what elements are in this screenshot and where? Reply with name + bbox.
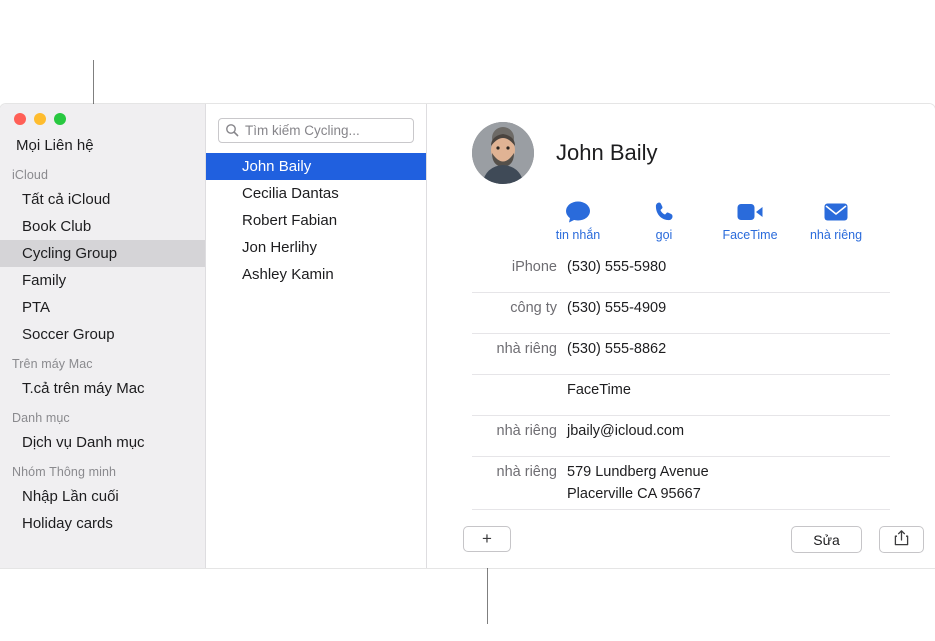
search-input[interactable]	[243, 119, 409, 142]
field-value: 579 Lundberg Avenue Placerville CA 95667	[567, 464, 709, 502]
action-label: nhà riêng	[809, 228, 863, 242]
sidebar-item-label: T.cả trên máy Mac	[22, 380, 145, 397]
action-label: tin nhắn	[555, 228, 601, 242]
add-contact-button[interactable]: +	[463, 526, 511, 552]
sidebar-item-all-icloud[interactable]: Tất cả iCloud	[0, 186, 205, 213]
contact-header: John Baily	[427, 104, 935, 184]
contact-fields: iPhone (530) 555-5980 công ty (530) 555-…	[472, 252, 890, 510]
field-row-iphone[interactable]: iPhone (530) 555-5980	[472, 252, 890, 293]
contact-name-label: Robert Fabian	[242, 212, 338, 229]
edit-button[interactable]: Sửa	[791, 526, 862, 553]
page-title: John Baily	[556, 140, 658, 165]
sidebar-item-last-import[interactable]: Nhập Lần cuối	[0, 483, 205, 510]
field-value: FaceTime	[567, 382, 631, 398]
action-facetime[interactable]: FaceTime	[721, 198, 779, 242]
search-container	[206, 104, 426, 153]
contact-name-label: Ashley Kamin	[242, 266, 334, 283]
contact-list: John Baily Cecilia Dantas Robert Fabian …	[206, 153, 426, 288]
field-value: (530) 555-4909	[567, 300, 667, 316]
share-icon	[894, 530, 909, 549]
field-row-home-email[interactable]: nhà riêng jbaily@icloud.com	[472, 416, 890, 457]
sidebar-header-icloud: iCloud	[12, 168, 49, 182]
sidebar-item-label: Mọi Liên hệ	[16, 137, 94, 154]
field-value: (530) 555-8862	[567, 341, 667, 357]
search-box[interactable]	[218, 118, 414, 143]
list-item[interactable]: John Baily	[206, 153, 426, 180]
zoom-button[interactable]	[54, 113, 66, 125]
sidebar-item-label: Soccer Group	[22, 326, 115, 343]
contact-name-label: Jon Herlihy	[242, 239, 318, 256]
sidebar-item-holiday-cards[interactable]: Holiday cards	[0, 510, 205, 537]
sidebar-item-label: Family	[22, 272, 67, 289]
sidebar-list: Mọi Liên hệ iCloud Tất cả iCloud Book Cl…	[0, 132, 205, 537]
contact-name-label: John Baily	[242, 158, 312, 175]
envelope-icon	[822, 198, 850, 226]
contacts-window: Mọi Liên hệ iCloud Tất cả iCloud Book Cl…	[0, 104, 935, 568]
field-row-facetime[interactable]: FaceTime	[472, 375, 890, 416]
sidebar-item-book-club[interactable]: Book Club	[0, 213, 205, 240]
list-item[interactable]: Cecilia Dantas	[206, 180, 426, 207]
field-row-work-phone[interactable]: công ty (530) 555-4909	[472, 293, 890, 334]
sidebar-header-directories: Danh mục	[12, 411, 70, 425]
field-value: jbaily@icloud.com	[567, 423, 685, 439]
field-row-home-phone[interactable]: nhà riêng (530) 555-8862	[472, 334, 890, 375]
action-label: gọi	[655, 228, 673, 242]
field-label: nhà riêng	[496, 423, 557, 439]
list-item[interactable]: Jon Herlihy	[206, 234, 426, 261]
search-icon	[225, 123, 239, 137]
phone-icon	[650, 198, 678, 226]
avatar[interactable]	[472, 122, 534, 184]
field-value: (530) 555-5980	[567, 259, 667, 275]
sidebar: Mọi Liên hệ iCloud Tất cả iCloud Book Cl…	[0, 104, 206, 568]
sidebar-item-label: Dịch vụ Danh mục	[22, 434, 145, 451]
sidebar-item-label: Book Club	[22, 218, 92, 235]
sidebar-item-label: Nhập Lần cuối	[22, 488, 119, 505]
field-label: nhà riêng	[496, 341, 557, 357]
video-camera-icon	[736, 198, 764, 226]
sidebar-item-all-contacts[interactable]: Mọi Liên hệ	[0, 132, 205, 159]
action-label: FaceTime	[722, 228, 778, 242]
field-row-home-address[interactable]: nhà riêng 579 Lundberg Avenue Placervill…	[472, 457, 890, 510]
bottom-toolbar: + Sửa	[427, 516, 935, 568]
field-label: công ty	[510, 300, 557, 316]
close-button[interactable]	[14, 113, 26, 125]
field-label: iPhone	[511, 259, 557, 275]
sidebar-item-soccer-group[interactable]: Soccer Group	[0, 321, 205, 348]
action-message[interactable]: tin nhắn	[549, 198, 607, 242]
action-call[interactable]: gọi	[635, 198, 693, 242]
sidebar-item-all-on-my-mac[interactable]: T.cả trên máy Mac	[0, 375, 205, 402]
minimize-button[interactable]	[34, 113, 46, 125]
action-email-home[interactable]: nhà riêng	[807, 198, 865, 242]
field-label: nhà riêng	[496, 464, 557, 480]
sidebar-item-label: Tất cả iCloud	[22, 191, 111, 208]
sidebar-item-directory-services[interactable]: Dịch vụ Danh mục	[0, 429, 205, 456]
sidebar-header-smart-groups: Nhóm Thông minh	[12, 465, 117, 479]
list-item[interactable]: Robert Fabian	[206, 207, 426, 234]
sidebar-item-label: PTA	[22, 299, 51, 316]
sidebar-item-family[interactable]: Family	[0, 267, 205, 294]
callout-line-bottom	[487, 564, 488, 624]
contact-name-label: Cecilia Dantas	[242, 185, 339, 202]
contact-list-column: John Baily Cecilia Dantas Robert Fabian …	[206, 104, 427, 568]
message-bubble-icon	[564, 198, 592, 226]
sidebar-item-cycling-group[interactable]: Cycling Group	[0, 240, 205, 267]
sidebar-item-label: Holiday cards	[22, 515, 113, 532]
callout-line-top	[93, 60, 94, 105]
sidebar-header-on-my-mac: Trên máy Mac	[12, 357, 93, 371]
window-traffic-lights	[14, 113, 66, 125]
sidebar-item-pta[interactable]: PTA	[0, 294, 205, 321]
list-item[interactable]: Ashley Kamin	[206, 261, 426, 288]
contact-detail-pane: John Baily tin nhắn gọi FaceTime nhà riê…	[427, 104, 935, 568]
share-button[interactable]	[879, 526, 924, 553]
quick-actions: tin nhắn gọi FaceTime nhà riêng	[549, 198, 935, 242]
sidebar-item-label: Cycling Group	[22, 245, 118, 262]
